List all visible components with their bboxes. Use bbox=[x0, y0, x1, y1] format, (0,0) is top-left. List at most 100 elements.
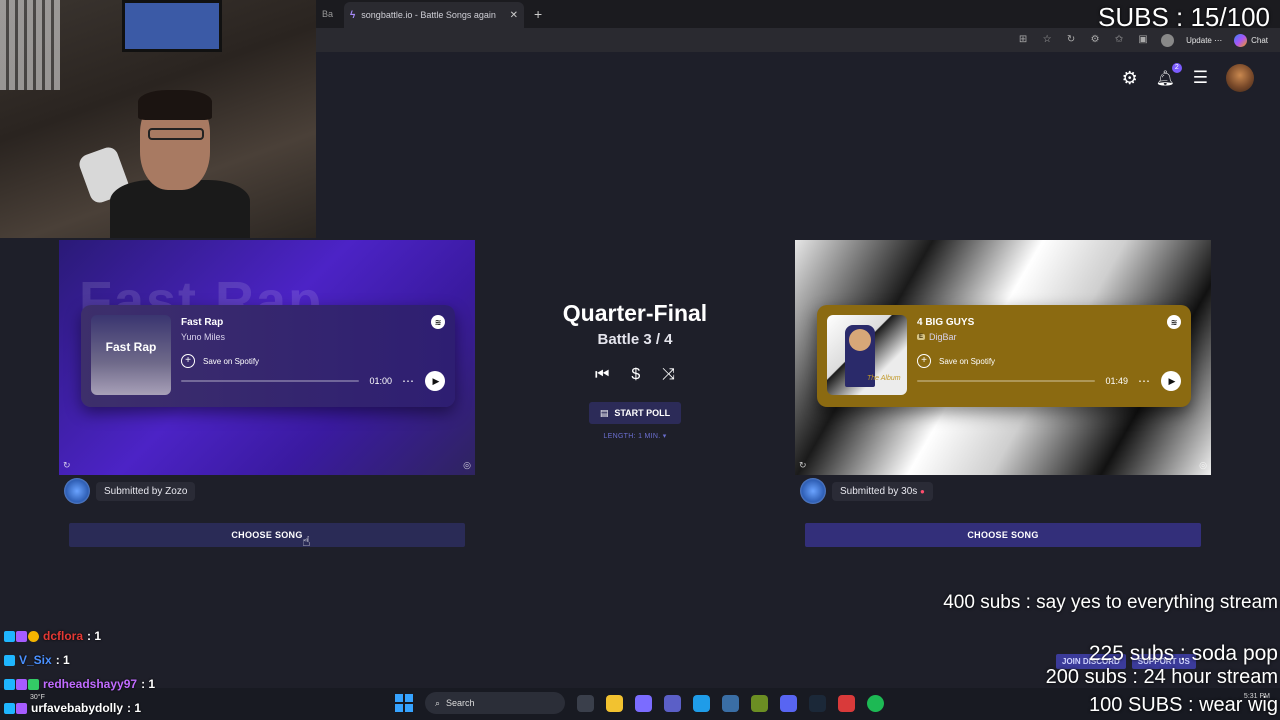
tab-close-icon[interactable]: ✕ bbox=[510, 10, 518, 21]
chat-badges bbox=[4, 678, 39, 690]
taskbar-apps: ⌕ Search bbox=[395, 692, 884, 714]
taskbar-search[interactable]: ⌕ Search bbox=[425, 692, 565, 714]
steam-icon[interactable] bbox=[809, 694, 826, 712]
split-screen-icon[interactable]: ⊞ bbox=[1017, 34, 1029, 46]
hide-eye-icon[interactable]: ◎ bbox=[463, 460, 471, 471]
spotify-logo-icon[interactable]: ≋ bbox=[431, 315, 445, 329]
user-avatar[interactable] bbox=[1226, 64, 1254, 92]
more-options-icon[interactable]: ⋯ bbox=[402, 374, 415, 388]
search-icon: ⌕ bbox=[435, 697, 441, 708]
left-submitter-avatar[interactable] bbox=[64, 478, 90, 504]
right-choose-song-button[interactable]: CHOOSE SONG bbox=[805, 523, 1201, 547]
spotify-logo-icon[interactable]: ≋ bbox=[1167, 315, 1181, 329]
right-spotify-embed[interactable]: The Album 4 BIG GUYS E DigBar + Save on … bbox=[817, 305, 1191, 407]
right-submitted-row: Submitted by 30s ● bbox=[800, 478, 933, 504]
chrome-icon[interactable] bbox=[838, 694, 855, 712]
hamburger-menu-icon[interactable]: ☰ bbox=[1193, 68, 1208, 88]
left-save-on-spotify[interactable]: + Save on Spotify bbox=[181, 354, 445, 368]
edge-browser-icon[interactable] bbox=[693, 694, 710, 712]
left-choose-song-button[interactable]: CHOOSE SONG bbox=[69, 523, 465, 547]
left-track-artist[interactable]: Yuno Miles bbox=[181, 332, 445, 342]
left-spotify-embed[interactable]: Fast Rap Fast Rap Yuno Miles + Save on S… bbox=[81, 305, 455, 407]
left-album-art-title: Fast Rap bbox=[105, 340, 157, 354]
more-options-icon[interactable]: ⋯ bbox=[1138, 374, 1151, 388]
chat-label: Chat bbox=[1251, 35, 1268, 45]
teams-icon[interactable] bbox=[664, 694, 681, 712]
file-explorer-icon[interactable] bbox=[606, 694, 623, 712]
goal-400-subs: 400 subs : say yes to everything stream bbox=[943, 592, 1278, 613]
chat-score: : 1 bbox=[87, 629, 102, 643]
left-save-label: Save on Spotify bbox=[203, 356, 260, 366]
right-save-on-spotify[interactable]: + Save on Spotify bbox=[917, 354, 1181, 368]
bell-icon: 🔔︎ bbox=[1155, 69, 1175, 87]
right-submitted-by: Submitted by 30s bbox=[840, 485, 918, 497]
copilot-icon bbox=[1234, 33, 1248, 47]
coin-icon[interactable]: $ bbox=[631, 366, 640, 384]
hide-eye-icon[interactable]: ◎ bbox=[1199, 460, 1207, 471]
update-label: Update bbox=[1186, 35, 1212, 45]
left-progress-bar[interactable] bbox=[181, 380, 360, 382]
tab-songbattle[interactable]: ϟ songbattle.io - Battle Songs again ✕ bbox=[344, 2, 524, 28]
windows-start-icon[interactable] bbox=[395, 694, 413, 712]
left-progress-row: 01:00 ⋯ ▶ bbox=[181, 371, 445, 391]
goal-100-subs: 100 SUBS : wear wig bbox=[1089, 694, 1278, 716]
tab-partial-title: Ba bbox=[322, 9, 334, 19]
favorite-star-icon[interactable]: ☆ bbox=[1041, 34, 1053, 46]
right-progress-bar[interactable] bbox=[917, 380, 1096, 382]
browser-profile-avatar[interactable] bbox=[1161, 33, 1175, 47]
chat-row: urfavebabydolly : 1 bbox=[4, 696, 155, 720]
browser-update-button[interactable]: Update ⋯ bbox=[1186, 36, 1222, 45]
store-icon[interactable] bbox=[722, 694, 739, 712]
site-header-actions: ⚙ 🔔︎ 2 ☰ bbox=[1122, 62, 1254, 92]
refresh-icon[interactable]: ↻ bbox=[63, 460, 71, 471]
notifications-button[interactable]: 🔔︎ 2 bbox=[1155, 62, 1182, 88]
chat-score: : 1 bbox=[127, 701, 142, 715]
app-icon[interactable] bbox=[751, 694, 768, 712]
right-track-title[interactable]: 4 BIG GUYS bbox=[917, 317, 1181, 328]
tab-partial[interactable]: Ba bbox=[316, 1, 344, 27]
previous-battle-icon[interactable]: ⏮ bbox=[595, 366, 609, 384]
extensions-icon[interactable]: ⚙ bbox=[1089, 34, 1101, 46]
right-album-art[interactable]: The Album bbox=[827, 315, 907, 395]
refresh-extension-icon[interactable]: ↻ bbox=[1065, 34, 1077, 46]
mouse-cursor-icon: ☝ bbox=[302, 533, 311, 549]
new-tab-icon[interactable]: + bbox=[534, 6, 542, 22]
left-artist-name: Yuno Miles bbox=[181, 332, 226, 342]
plus-circle-icon: + bbox=[181, 354, 195, 368]
battle-center-panel: Quarter-Final Battle 3 / 4 ⏮ $ ⤨ ▤ START… bbox=[520, 300, 750, 440]
copilot-chat-button[interactable]: Chat bbox=[1234, 33, 1268, 47]
windows-taskbar: 30°F ⌕ Search 5:31 PM bbox=[0, 688, 1280, 720]
webcam-streamer-hair bbox=[138, 90, 212, 120]
gear-icon[interactable]: ⚙ bbox=[1122, 68, 1138, 89]
left-track-time: 01:00 bbox=[369, 376, 392, 386]
favorites-icon[interactable]: ✩ bbox=[1113, 34, 1125, 46]
left-play-button[interactable]: ▶ bbox=[425, 371, 445, 391]
left-album-art[interactable]: Fast Rap bbox=[91, 315, 171, 395]
copilot-app-icon[interactable] bbox=[635, 694, 652, 712]
battle-count: Battle 3 / 4 bbox=[597, 331, 673, 348]
right-play-button[interactable]: ▶ bbox=[1161, 371, 1181, 391]
start-poll-button[interactable]: ▤ START POLL bbox=[589, 402, 681, 424]
notification-badge: 2 bbox=[1171, 62, 1182, 73]
chat-leaderboard: dcflora : 1 V_Six : 1 redheadshayy97 : 1… bbox=[4, 624, 155, 720]
discord-icon[interactable] bbox=[780, 694, 797, 712]
poll-length-select[interactable]: LENGTH: 1 MIN. ▾ bbox=[520, 432, 750, 440]
right-track-artist[interactable]: E DigBar bbox=[917, 332, 1181, 342]
chat-score: : 1 bbox=[55, 653, 70, 667]
refresh-icon[interactable]: ↻ bbox=[799, 460, 807, 471]
poll-icon: ▤ bbox=[599, 407, 609, 418]
right-album-face bbox=[849, 329, 871, 351]
spotify-app-icon[interactable] bbox=[867, 694, 884, 712]
right-submitted-by-wrap: Submitted by 30s ● bbox=[832, 481, 933, 501]
collections-icon[interactable]: ▣ bbox=[1137, 34, 1149, 46]
chat-row: redheadshayy97 : 1 bbox=[4, 672, 155, 696]
chat-badges bbox=[4, 654, 15, 666]
left-track-title[interactable]: Fast Rap bbox=[181, 317, 445, 328]
task-view-icon[interactable] bbox=[577, 694, 594, 712]
webcam-streamer-glasses bbox=[148, 128, 204, 140]
chat-username: V_Six bbox=[19, 653, 52, 667]
left-embed-info: Fast Rap Yuno Miles + Save on Spotify 01… bbox=[181, 315, 445, 397]
right-submitter-avatar[interactable] bbox=[800, 478, 826, 504]
shuffle-icon[interactable]: ⤨ bbox=[662, 366, 675, 384]
right-embed-info: 4 BIG GUYS E DigBar + Save on Spotify 01… bbox=[917, 315, 1181, 397]
